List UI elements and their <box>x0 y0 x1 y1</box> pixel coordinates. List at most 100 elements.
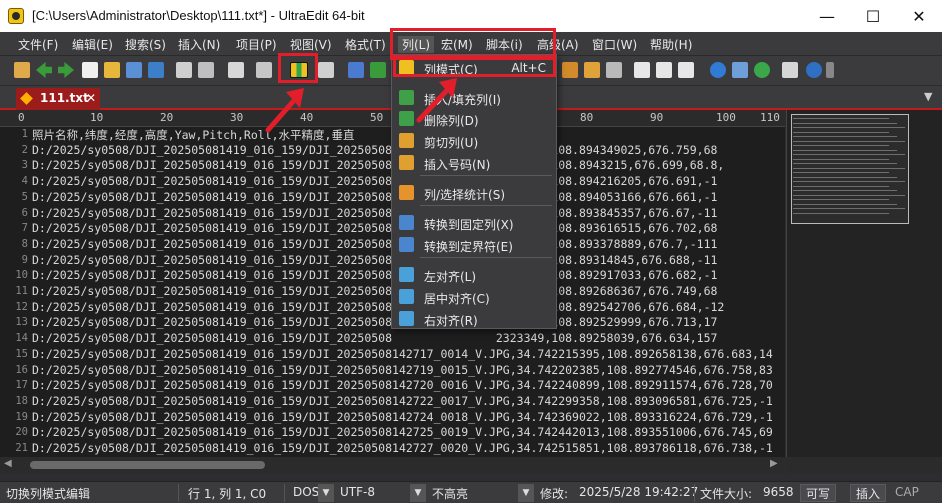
menu-item-label: 转换到固定列(X) <box>424 218 514 232</box>
encoding-dropdown-icon[interactable]: ▼ <box>410 484 426 502</box>
annotation-arrow-toolbar <box>265 88 304 133</box>
menu-item-align-right[interactable]: 右对齐(R) <box>392 308 556 330</box>
menu-item-convert-fixed-column[interactable]: 转换到固定列(X) <box>392 212 556 234</box>
cursor-position[interactable]: 行 1, 列 1, C0 <box>188 485 266 502</box>
editor-line[interactable]: D:/2025/sy0508/DJI_202505081419_016_159/… <box>32 410 773 424</box>
editor-line[interactable]: D:/2025/sy0508/DJI_202505081419_016_159/… <box>32 268 717 282</box>
line-numbers-icon[interactable] <box>318 62 334 78</box>
menu-item-insert-number[interactable]: 插入号码(N) <box>392 152 556 174</box>
horizontal-scroll-thumb[interactable] <box>30 461 265 469</box>
toolbar-overflow-icon[interactable] <box>826 62 834 78</box>
customize-icon[interactable] <box>782 62 798 78</box>
menu-item-cut-column[interactable]: 剪切列(U) <box>392 130 556 152</box>
menu-edit[interactable]: 编辑(E) <box>72 36 113 53</box>
editor-line[interactable]: D:/2025/sy0508/DJI_202505081419_016_159/… <box>32 394 773 408</box>
minimap[interactable] <box>786 110 942 457</box>
highlight-dropdown-icon[interactable]: ▼ <box>518 484 534 502</box>
green-tool-icon[interactable] <box>370 62 386 78</box>
editor-line[interactable]: D:/2025/sy0508/DJI_202505081419_016_159/… <box>32 174 717 188</box>
editor-line[interactable]: D:/2025/sy0508/DJI_202505081419_016_159/… <box>32 378 773 392</box>
menu-format[interactable]: 格式(T) <box>345 36 386 53</box>
maximize-button[interactable]: ☐ <box>850 0 896 32</box>
ruler-label: 0 <box>18 111 25 124</box>
editor-line[interactable]: D:/2025/sy0508/DJI_202505081419_016_159/… <box>32 300 724 314</box>
scroll-left-icon[interactable]: ◀ <box>4 458 12 469</box>
minimap-line <box>793 149 897 151</box>
menu-item-column-statistics[interactable]: 列/选择统计(S) <box>392 182 556 204</box>
menu-window[interactable]: 窗口(W) <box>592 36 637 53</box>
tile-windows-icon[interactable] <box>678 62 694 78</box>
line-number: 7 <box>21 222 28 235</box>
open-recent-icon[interactable] <box>126 62 142 78</box>
editor-line[interactable]: D:/2025/sy0508/DJI_202505081419_016_159/… <box>32 347 773 361</box>
hex-mode-icon[interactable] <box>256 62 272 78</box>
editor-line[interactable]: D:/2025/sy0508/DJI_202505081419_016_159/… <box>32 253 717 267</box>
tab-111-txt[interactable]: 111.txt ✕ <box>16 88 100 110</box>
print-icon[interactable] <box>176 62 192 78</box>
editor-line[interactable]: D:/2025/sy0508/DJI_202505081419_016_159/… <box>32 237 717 251</box>
menu-insert[interactable]: 插入(N) <box>178 36 220 53</box>
menu-item-convert-delimiter[interactable]: 转换到定界符(E) <box>392 234 556 256</box>
help-icon[interactable] <box>806 62 822 78</box>
menu-help[interactable]: 帮助(H) <box>650 36 692 53</box>
menu-item-align-left[interactable]: 左对齐(L) <box>392 264 556 286</box>
encoding[interactable]: UTF-8 <box>340 485 375 499</box>
save-icon[interactable] <box>148 62 164 78</box>
menu-item-align-center[interactable]: 居中对齐(C) <box>392 286 556 308</box>
convert-fixed-column-icon <box>399 215 414 230</box>
menu-search[interactable]: 搜索(S) <box>125 36 166 53</box>
menu-file[interactable]: 文件(F) <box>18 36 58 53</box>
line-ending[interactable]: DOS <box>293 485 319 499</box>
tab-close-icon[interactable]: ✕ <box>86 91 96 105</box>
minimap-line <box>793 140 905 142</box>
editor-line[interactable]: D:/2025/sy0508/DJI_202505081419_016_159/… <box>32 363 773 377</box>
status-bar: 切换列模式编辑 行 1, 列 1, C0 DOS ▼ UTF-8 ▼ 不高亮 ▼… <box>0 481 942 503</box>
open-folder-icon[interactable] <box>104 62 120 78</box>
minimap-line <box>793 145 889 146</box>
menu-view[interactable]: 视图(V) <box>290 36 332 53</box>
writable-toggle[interactable]: 可写 <box>800 484 837 502</box>
word-wrap-icon[interactable] <box>228 62 244 78</box>
line-number: 20 <box>15 426 28 439</box>
macro-list-icon[interactable] <box>606 62 622 78</box>
line-ending-dropdown-icon[interactable]: ▼ <box>318 484 334 502</box>
ftp-icon[interactable] <box>732 62 748 78</box>
macro-play-icon[interactable] <box>562 62 578 78</box>
menu-project[interactable]: 项目(P) <box>236 36 277 53</box>
forward-arrow-icon[interactable] <box>58 62 74 78</box>
scroll-right-icon[interactable]: ▶ <box>770 458 778 469</box>
browser-icon[interactable] <box>710 62 726 78</box>
macro-record-icon[interactable] <box>584 62 600 78</box>
editor-line[interactable]: D:/2025/sy0508/DJI_202505081419_016_159/… <box>32 158 724 172</box>
tab-label: 111.txt <box>40 91 89 105</box>
minimize-button[interactable]: — <box>804 0 850 32</box>
tab-list-dropdown-icon[interactable]: ▼ <box>924 90 932 103</box>
editor-line[interactable]: D:/2025/sy0508/DJI_202505081419_016_159/… <box>32 441 773 455</box>
editor-line[interactable]: D:/2025/sy0508/DJI_202505081419_016_159/… <box>32 315 717 329</box>
editor-line[interactable]: D:/2025/sy0508/DJI_202505081419_016_159/… <box>32 143 717 157</box>
editor-line[interactable]: D:/2025/sy0508/DJI_202505081419_016_159/… <box>32 425 773 439</box>
ultraedit-app-icon[interactable] <box>8 8 24 24</box>
insert-mode-toggle[interactable]: 插入 <box>850 484 887 502</box>
print-preview-icon[interactable] <box>198 62 214 78</box>
horizontal-scrollbar[interactable]: ◀ ▶ <box>0 457 785 473</box>
new-wizard-icon[interactable] <box>14 62 30 78</box>
close-button[interactable]: ✕ <box>896 0 942 32</box>
convert-delimiter-icon <box>399 237 414 252</box>
minimap-line <box>793 122 897 124</box>
menu-separator <box>420 205 552 206</box>
editor-line[interactable]: D:/2025/sy0508/DJI_202505081419_016_159/… <box>32 190 717 204</box>
editor-line[interactable]: D:/2025/sy0508/DJI_202505081419_016_159/… <box>32 206 717 220</box>
line-number: 9 <box>21 253 28 266</box>
spell-check-icon[interactable] <box>348 62 364 78</box>
new-file-icon[interactable] <box>82 62 98 78</box>
editor-line[interactable]: D:/2025/sy0508/DJI_202505081419_016_159/… <box>32 331 717 345</box>
editor-line[interactable]: D:/2025/sy0508/DJI_202505081419_016_159/… <box>32 284 717 298</box>
split-vertical-icon[interactable] <box>656 62 672 78</box>
refresh-icon[interactable] <box>754 62 770 78</box>
syntax-highlight[interactable]: 不高亮 <box>432 485 468 502</box>
split-horizontal-icon[interactable] <box>634 62 650 78</box>
back-arrow-icon[interactable] <box>36 62 52 78</box>
minimap-line <box>793 118 889 119</box>
editor-line[interactable]: D:/2025/sy0508/DJI_202505081419_016_159/… <box>32 221 717 235</box>
